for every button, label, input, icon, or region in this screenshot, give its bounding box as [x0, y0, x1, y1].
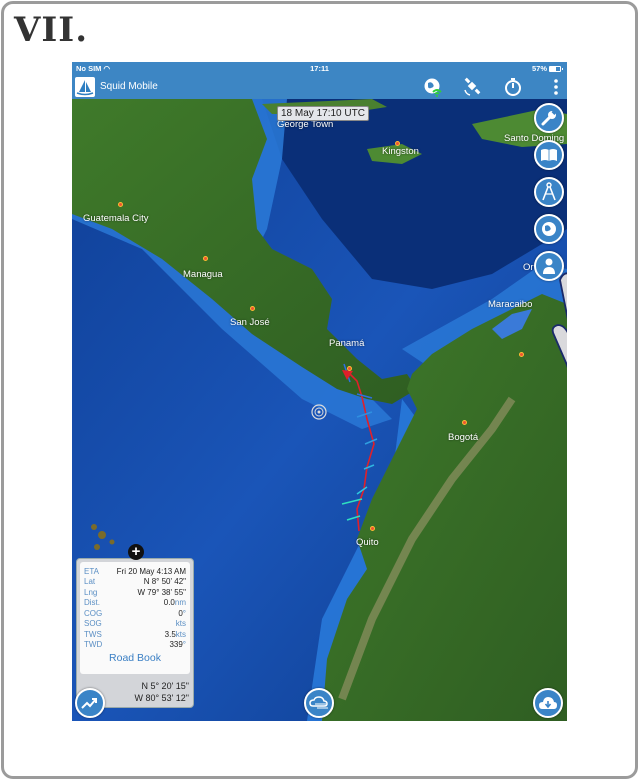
info-row-cog: COG 0° [80, 608, 190, 619]
more-menu-button[interactable] [545, 76, 567, 98]
city-label: Panamá [329, 338, 365, 349]
cursor-lat: N 5° 20' 15" [141, 681, 189, 691]
city-label: Managua [183, 269, 223, 280]
globe-layers-icon [542, 222, 556, 236]
compass-divider-icon [542, 182, 556, 201]
cursor-coordinates: N 5° 20' 15" W 80° 53' 12" [134, 680, 189, 704]
status-time: 17:11 [310, 64, 329, 73]
info-unit: ° [182, 640, 186, 650]
info-value: N 8° 50' 42" [143, 577, 186, 587]
info-row-eta: ETA Fri 20 May 4:13 AM [80, 566, 190, 577]
info-key: Lng [84, 587, 98, 597]
chart-trend-icon [81, 698, 97, 709]
info-key: TWS [84, 629, 102, 639]
city-dot [370, 526, 375, 531]
settings-button[interactable] [534, 103, 564, 133]
info-unit: ° [182, 608, 186, 618]
city-dot [118, 202, 123, 207]
weather-download-button[interactable] [304, 688, 334, 718]
info-value: Fri 20 May 4:13 AM [116, 566, 186, 576]
cursor-lng: W 80° 53' 12" [134, 693, 189, 703]
logbook-button[interactable] [534, 140, 564, 170]
info-key: Lat [84, 577, 96, 587]
city-dot [462, 420, 467, 425]
more-vertical-icon [554, 79, 558, 95]
satellite-button[interactable] [462, 76, 484, 98]
expand-plus-button[interactable]: + [128, 544, 144, 560]
status-bar: No SIM ◠ 17:11 57% [72, 62, 567, 75]
info-panel: ETA Fri 20 May 4:13 AM Lat N 8° 50' 42" … [76, 558, 194, 708]
city-dot [203, 256, 208, 261]
battery-percent: 57% [531, 64, 547, 73]
info-number: 339 [169, 640, 183, 650]
info-key: Dist. [84, 598, 100, 608]
info-value: W 79° 38' 55" [137, 587, 186, 597]
weather-layers-button[interactable] [534, 214, 564, 244]
info-number: 0.0 [163, 598, 175, 608]
app-bar: Squid Mobile [72, 75, 567, 99]
info-key: TWD [84, 640, 103, 650]
time-badge: 18 May 17:10 UTC [277, 106, 369, 121]
city-label: Kingston [382, 146, 419, 157]
info-row-lat: Lat N 8° 50' 42" [80, 577, 190, 588]
city-dot [250, 306, 255, 311]
info-key: SOG [84, 619, 102, 629]
city-dot [519, 352, 524, 357]
cloud-download-button[interactable] [533, 688, 563, 718]
info-card: ETA Fri 20 May 4:13 AM Lat N 8° 50' 42" … [80, 562, 190, 674]
person-icon [543, 258, 555, 274]
stopwatch-button[interactable] [502, 76, 524, 98]
info-row-twd: TWD 339° [80, 640, 190, 651]
step-label: VII. [14, 10, 89, 50]
info-row-sog: SOG kts [80, 619, 190, 630]
globe-wifi-icon [424, 78, 442, 97]
info-unit: kts [175, 629, 186, 639]
info-value: 0.0nm [164, 598, 186, 607]
info-key: ETA [84, 566, 99, 576]
cloud-wind-icon [309, 696, 328, 709]
road-book-link[interactable]: Road Book [80, 652, 190, 664]
info-value: 339° [169, 640, 186, 649]
app-logo-icon [75, 77, 95, 97]
city-label: San José [230, 317, 270, 328]
cloud-download-icon [539, 697, 557, 709]
device-screen: George Town Kingston Santo Doming Guatem… [72, 62, 567, 721]
battery-indicator: 57% [531, 64, 563, 73]
battery-icon [549, 65, 563, 72]
city-label: Maracaibo [488, 299, 533, 310]
info-row-dist: Dist. 0.0nm [80, 598, 190, 609]
info-row-lng: Lng W 79° 38' 55" [80, 587, 190, 598]
chart-trend-button[interactable] [75, 688, 105, 718]
wrench-icon [541, 110, 557, 126]
satellite-icon [464, 77, 481, 96]
info-value: kts [176, 619, 186, 628]
info-value: 3.5kts [165, 630, 186, 639]
info-unit: kts [175, 619, 186, 629]
info-value: 0° [178, 609, 186, 618]
city-label: Bogotá [448, 432, 479, 443]
info-unit: nm [174, 598, 186, 608]
info-number: 3.5 [164, 629, 176, 639]
app-title: Squid Mobile [100, 81, 158, 92]
globe-wifi-button[interactable] [422, 76, 444, 98]
city-label: Quito [356, 537, 379, 548]
stopwatch-icon [505, 78, 521, 96]
info-key: COG [84, 608, 103, 618]
city-label: Or [523, 262, 534, 273]
city-dot [347, 366, 352, 371]
routing-button[interactable] [534, 177, 564, 207]
city-label: Guatemala City [83, 213, 149, 224]
book-icon [541, 149, 557, 161]
info-row-tws: TWS 3.5kts [80, 629, 190, 640]
crew-button[interactable] [534, 251, 564, 281]
